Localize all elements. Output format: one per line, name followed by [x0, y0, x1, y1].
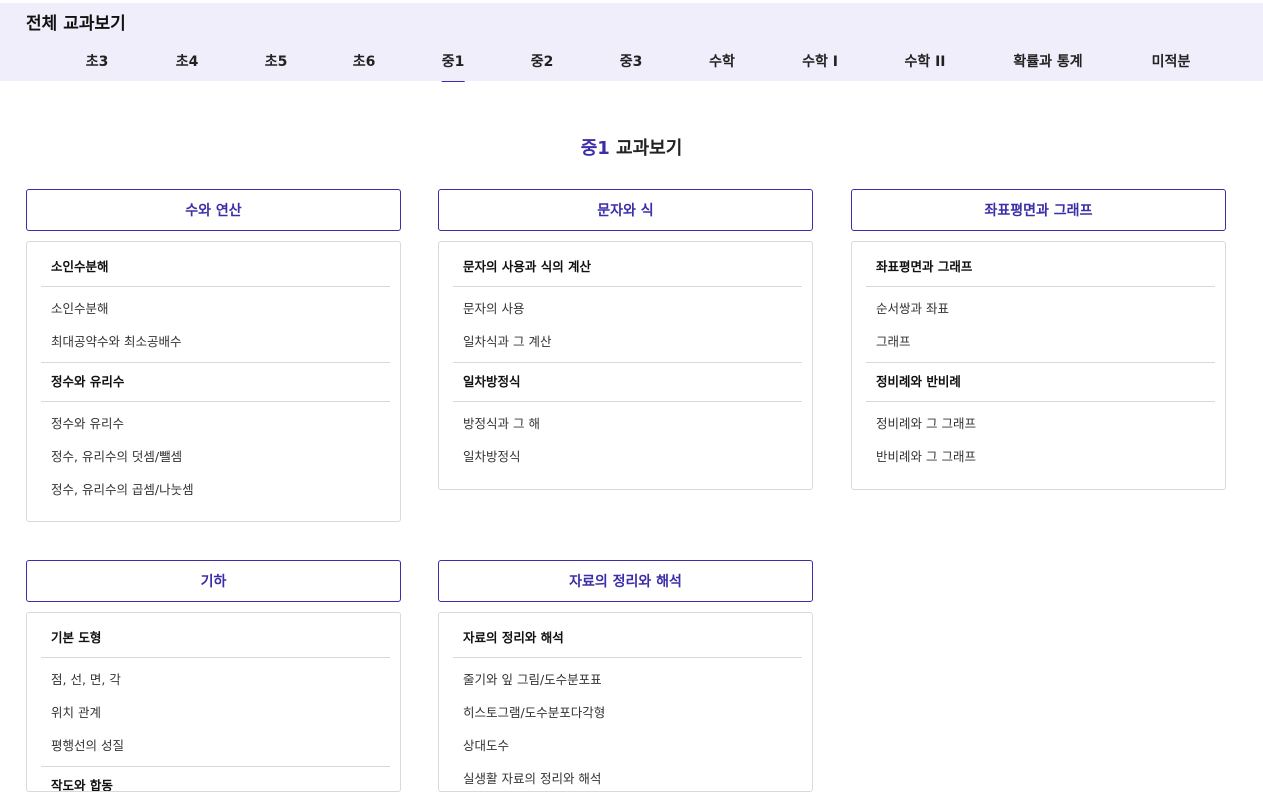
list-item[interactable]: 소인수분해: [41, 292, 390, 325]
section-title: 기본 도형: [41, 613, 390, 658]
section-title: 정비례와 반비례: [866, 363, 1215, 402]
list-item[interactable]: 방정식과 그 해: [453, 407, 802, 440]
section-title: 소인수분해: [41, 242, 390, 287]
list-item[interactable]: 문자의 사용: [453, 292, 802, 325]
card-header-letters-expressions[interactable]: 문자와 식: [438, 189, 813, 231]
list-item[interactable]: 히스토그램/도수분포다각형: [453, 696, 802, 729]
section: 소인수분해 소인수분해 최대공약수와 최소공배수: [41, 242, 390, 358]
card-body-coordinate-graphs: 좌표평면과 그래프 순서쌍과 좌표 그래프 정비례와 반비례 정비례와 그 그래…: [851, 241, 1226, 490]
section: 정비례와 반비례 정비례와 그 그래프 반비례와 그 그래프: [866, 362, 1215, 473]
list-item[interactable]: 점, 선, 면, 각: [41, 663, 390, 696]
tab-middle-3[interactable]: 중3: [620, 51, 643, 81]
tab-grade-6[interactable]: 초6: [353, 51, 376, 81]
tab-calculus[interactable]: 미적분: [1152, 51, 1191, 81]
tab-probability-statistics[interactable]: 확률과 통계: [1013, 51, 1082, 81]
section-title: 정수와 유리수: [41, 363, 390, 402]
tab-grade-4[interactable]: 초4: [176, 51, 199, 81]
card-body-number-operations: 소인수분해 소인수분해 최대공약수와 최소공배수 정수와 유리수 정수와 유리수…: [26, 241, 401, 522]
list-item[interactable]: 정수, 유리수의 곱셈/나눗셈: [41, 473, 390, 506]
card-body-geometry: 기본 도형 점, 선, 면, 각 위치 관계 평행선의 성질 작도와 합동: [26, 612, 401, 792]
section-title: 일차방정식: [453, 363, 802, 402]
card-header-number-operations[interactable]: 수와 연산: [26, 189, 401, 231]
tab-math[interactable]: 수학: [709, 51, 735, 81]
list-item[interactable]: 위치 관계: [41, 696, 390, 729]
list-item[interactable]: 순서쌍과 좌표: [866, 292, 1215, 325]
card-body-data-analysis: 자료의 정리와 해석 줄기와 잎 그림/도수분포표 히스토그램/도수분포다각형 …: [438, 612, 813, 792]
grade-tabs: 초3 초4 초5 초6 중1 중2 중3 수학 수학 I 수학 II 확률과 통…: [0, 51, 1263, 84]
page-section-title: 전체 교과보기: [26, 14, 126, 34]
tab-grade-5[interactable]: 초5: [265, 51, 288, 81]
card-header-data-analysis[interactable]: 자료의 정리와 해석: [438, 560, 813, 602]
list-item[interactable]: 그래프: [866, 325, 1215, 358]
section-title: 좌표평면과 그래프: [866, 242, 1215, 287]
tab-math-1[interactable]: 수학 I: [802, 51, 838, 81]
tab-grade-3[interactable]: 초3: [86, 51, 109, 81]
tab-math-2[interactable]: 수학 II: [904, 51, 945, 81]
list-item[interactable]: 정비례와 그 그래프: [866, 407, 1215, 440]
section: 문자의 사용과 식의 계산 문자의 사용 일차식과 그 계산: [453, 242, 802, 358]
list-item[interactable]: 일차방정식: [453, 440, 802, 473]
card-body-letters-expressions: 문자의 사용과 식의 계산 문자의 사용 일차식과 그 계산 일차방정식 방정식…: [438, 241, 813, 490]
list-item[interactable]: 일차식과 그 계산: [453, 325, 802, 358]
page-heading: 중1 교과보기: [0, 134, 1263, 160]
section: 작도와 합동: [41, 766, 390, 791]
section-title: 작도와 합동: [41, 767, 390, 791]
tab-middle-2[interactable]: 중2: [531, 51, 554, 81]
section: 기본 도형 점, 선, 면, 각 위치 관계 평행선의 성질: [41, 613, 390, 762]
page-heading-text: 교과보기: [609, 138, 683, 159]
page-heading-grade: 중1: [580, 138, 610, 159]
list-item[interactable]: 반비례와 그 그래프: [866, 440, 1215, 473]
section: 정수와 유리수 정수와 유리수 정수, 유리수의 덧셈/뺄셈 정수, 유리수의 …: [41, 362, 390, 506]
list-item[interactable]: 정수, 유리수의 덧셈/뺄셈: [41, 440, 390, 473]
section-title: 문자의 사용과 식의 계산: [453, 242, 802, 287]
list-item[interactable]: 평행선의 성질: [41, 729, 390, 762]
list-item[interactable]: 최대공약수와 최소공배수: [41, 325, 390, 358]
section: 좌표평면과 그래프 순서쌍과 좌표 그래프: [866, 242, 1215, 358]
list-item[interactable]: 상대도수: [453, 729, 802, 762]
section: 일차방정식 방정식과 그 해 일차방정식: [453, 362, 802, 473]
list-item[interactable]: 정수와 유리수: [41, 407, 390, 440]
list-item[interactable]: 실생활 자료의 정리와 해석: [453, 762, 802, 791]
section: 자료의 정리와 해석 줄기와 잎 그림/도수분포표 히스토그램/도수분포다각형 …: [453, 613, 802, 791]
card-header-geometry[interactable]: 기하: [26, 560, 401, 602]
section-title: 자료의 정리와 해석: [453, 613, 802, 658]
card-header-coordinate-graphs[interactable]: 좌표평면과 그래프: [851, 189, 1226, 231]
list-item[interactable]: 줄기와 잎 그림/도수분포표: [453, 663, 802, 696]
top-bar: 전체 교과보기 초3 초4 초5 초6 중1 중2 중3 수학 수학 I 수학 …: [0, 0, 1263, 84]
tab-middle-1[interactable]: 중1: [441, 51, 465, 82]
